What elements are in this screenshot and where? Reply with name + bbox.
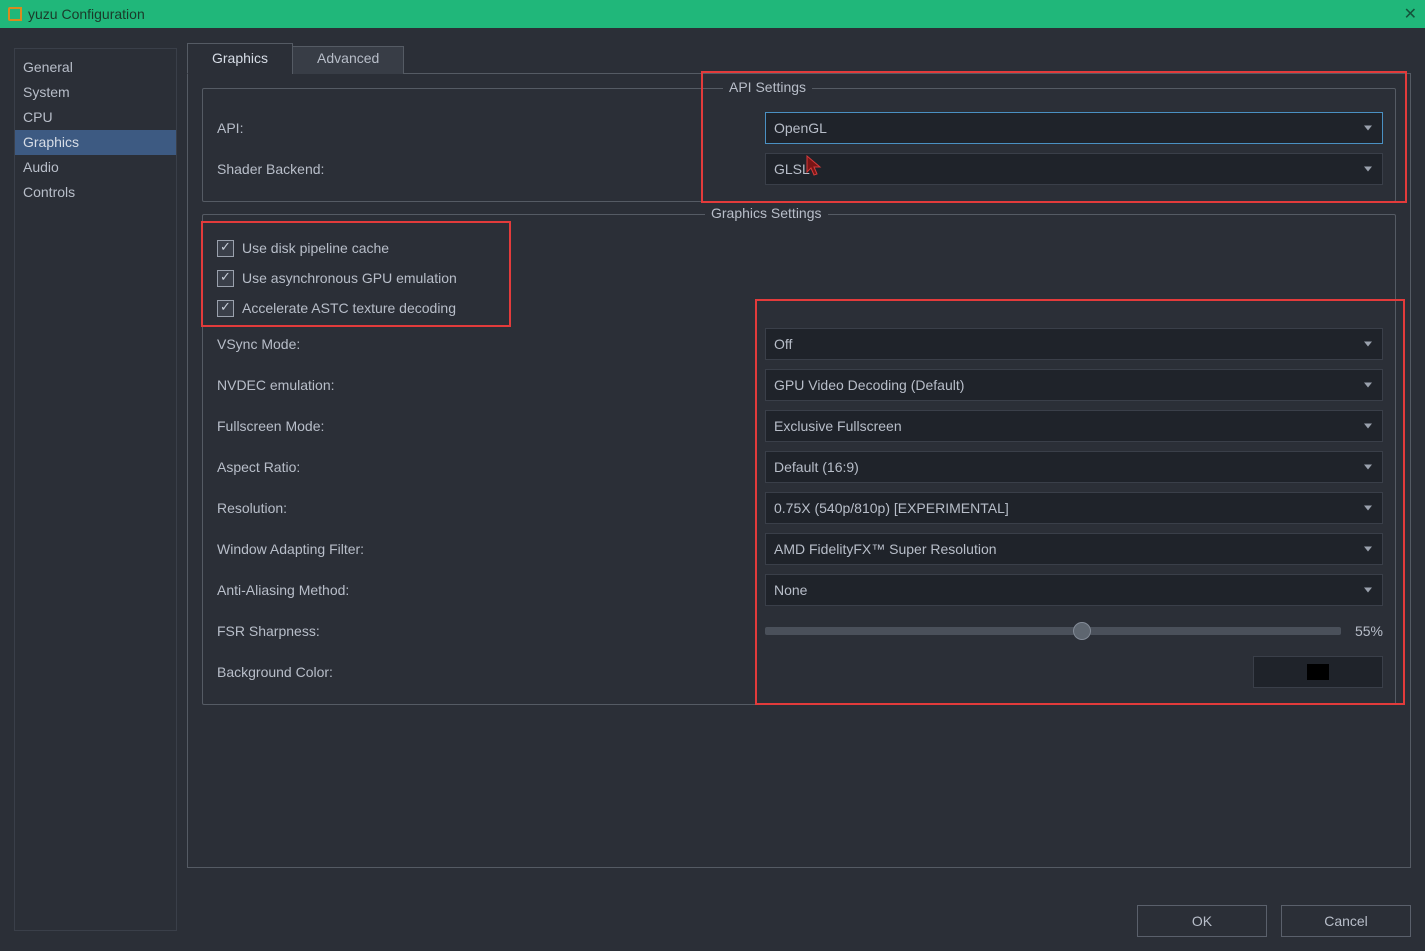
title-bar: yuzu Configuration ✕ <box>0 0 1425 28</box>
label-shader-backend: Shader Backend: <box>215 161 765 177</box>
chevron-down-icon <box>1364 546 1372 551</box>
color-swatch <box>1307 664 1329 680</box>
tabstrip: GraphicsAdvanced <box>187 42 1411 74</box>
chevron-down-icon <box>1364 166 1372 171</box>
ok-button[interactable]: OK <box>1137 905 1267 937</box>
client-area: GeneralSystemCPUGraphicsAudioControls Gr… <box>0 28 1425 951</box>
chevron-down-icon <box>1364 382 1372 387</box>
chevron-down-icon <box>1364 464 1372 469</box>
group-legend-api: API Settings <box>723 79 812 95</box>
group-legend-graphics: Graphics Settings <box>705 205 828 221</box>
chevron-down-icon <box>1364 587 1372 592</box>
row-aspect: Aspect Ratio: Default (16:9) <box>215 446 1383 487</box>
combo-aa-value: None <box>774 582 807 598</box>
row-vsync: VSync Mode: Off <box>215 323 1383 364</box>
sidebar-item-controls[interactable]: Controls <box>15 180 176 205</box>
checkbox-2[interactable] <box>217 300 234 317</box>
sidebar-item-cpu[interactable]: CPU <box>15 105 176 130</box>
row-shader-backend: Shader Backend: GLSL <box>215 148 1383 189</box>
combo-aa[interactable]: None <box>765 574 1383 606</box>
row-fsr-sharpness: FSR Sharpness: 55% <box>215 610 1383 651</box>
slider-thumb[interactable] <box>1073 622 1091 640</box>
tab-page-graphics: API Settings API: OpenGL Shader Backend: <box>187 74 1411 868</box>
checkbox-0[interactable] <box>217 240 234 257</box>
combo-vsync-value: Off <box>774 336 792 352</box>
label-aspect: Aspect Ratio: <box>215 459 765 475</box>
sidebar-item-audio[interactable]: Audio <box>15 155 176 180</box>
combo-vsync[interactable]: Off <box>765 328 1383 360</box>
combo-api[interactable]: OpenGL <box>765 112 1383 144</box>
row-api: API: OpenGL <box>215 107 1383 148</box>
chevron-down-icon <box>1364 125 1372 130</box>
combo-nvdec-value: GPU Video Decoding (Default) <box>774 377 964 393</box>
combo-shader-value: GLSL <box>774 161 810 177</box>
check-row-0: Use disk pipeline cache <box>215 233 1383 263</box>
row-filter: Window Adapting Filter: AMD FidelityFX™ S… <box>215 528 1383 569</box>
combo-api-value: OpenGL <box>774 120 827 136</box>
checkbox-label-0[interactable]: Use disk pipeline cache <box>242 240 389 256</box>
tab-graphics[interactable]: Graphics <box>187 43 293 74</box>
combo-aspect[interactable]: Default (16:9) <box>765 451 1383 483</box>
label-fsr-sharpness: FSR Sharpness: <box>215 623 765 639</box>
checkbox-label-1[interactable]: Use asynchronous GPU emulation <box>242 270 457 286</box>
combo-filter[interactable]: AMD FidelityFX™ Super Resolution <box>765 533 1383 565</box>
check-row-1: Use asynchronous GPU emulation <box>215 263 1383 293</box>
background-color-picker[interactable] <box>1253 656 1383 688</box>
check-row-2: Accelerate ASTC texture decoding <box>215 293 1383 323</box>
checkbox-label-2[interactable]: Accelerate ASTC texture decoding <box>242 300 456 316</box>
combo-shader-backend[interactable]: GLSL <box>765 153 1383 185</box>
row-resolution: Resolution: 0.75X (540p/810p) [EXPERIMENT… <box>215 487 1383 528</box>
combo-aspect-value: Default (16:9) <box>774 459 859 475</box>
combo-nvdec[interactable]: GPU Video Decoding (Default) <box>765 369 1383 401</box>
dialog-footer: OK Cancel <box>1137 905 1411 937</box>
label-background-color: Background Color: <box>215 664 765 680</box>
sidebar-item-general[interactable]: General <box>15 55 176 80</box>
label-vsync: VSync Mode: <box>215 336 765 352</box>
row-background-color: Background Color: <box>215 651 1383 692</box>
combo-resolution[interactable]: 0.75X (540p/810p) [EXPERIMENTAL] <box>765 492 1383 524</box>
label-api: API: <box>215 120 765 136</box>
group-graphics-settings: Graphics Settings Use disk pipeline cach… <box>202 214 1396 705</box>
slider-fsr-sharpness[interactable] <box>765 627 1341 635</box>
label-resolution: Resolution: <box>215 500 765 516</box>
sidebar: GeneralSystemCPUGraphicsAudioControls <box>14 48 177 931</box>
cancel-label: Cancel <box>1324 913 1368 929</box>
tab-advanced[interactable]: Advanced <box>292 46 404 74</box>
close-icon[interactable]: ✕ <box>1404 4 1417 24</box>
row-nvdec: NVDEC emulation: GPU Video Decoding (Defa… <box>215 364 1383 405</box>
window-title: yuzu Configuration <box>28 6 145 22</box>
row-aa: Anti-Aliasing Method: None <box>215 569 1383 610</box>
combo-resolution-value: 0.75X (540p/810p) [EXPERIMENTAL] <box>774 500 1009 516</box>
chevron-down-icon <box>1364 505 1372 510</box>
cancel-button[interactable]: Cancel <box>1281 905 1411 937</box>
label-nvdec: NVDEC emulation: <box>215 377 765 393</box>
combo-fullscreen-value: Exclusive Fullscreen <box>774 418 902 434</box>
app-icon <box>8 7 22 21</box>
combo-fullscreen[interactable]: Exclusive Fullscreen <box>765 410 1383 442</box>
checkbox-1[interactable] <box>217 270 234 287</box>
row-fullscreen: Fullscreen Mode: Exclusive Fullscreen <box>215 405 1383 446</box>
label-filter: Window Adapting Filter: <box>215 541 765 557</box>
combo-filter-value: AMD FidelityFX™ Super Resolution <box>774 541 997 557</box>
chevron-down-icon <box>1364 423 1372 428</box>
chevron-down-icon <box>1364 341 1372 346</box>
label-fullscreen: Fullscreen Mode: <box>215 418 765 434</box>
sidebar-item-system[interactable]: System <box>15 80 176 105</box>
group-api-settings: API Settings API: OpenGL Shader Backend: <box>202 88 1396 202</box>
ok-label: OK <box>1192 913 1212 929</box>
sidebar-item-graphics[interactable]: Graphics <box>15 130 176 155</box>
label-aa: Anti-Aliasing Method: <box>215 582 765 598</box>
main-panel: GraphicsAdvanced API Settings API: OpenG… <box>177 28 1425 951</box>
fsr-percent-text: 55% <box>1355 623 1383 639</box>
